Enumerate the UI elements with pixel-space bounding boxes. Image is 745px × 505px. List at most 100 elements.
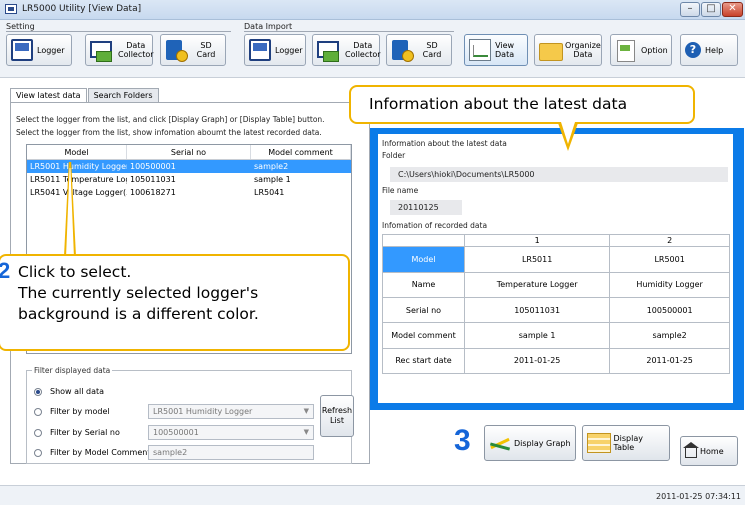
cell-value: LR5011	[463, 246, 611, 273]
header-serial[interactable]: Serial no	[127, 145, 251, 159]
recorded-data-label: Infomation of recorded data	[382, 221, 488, 230]
display-graph-button[interactable]: Display Graph	[484, 425, 576, 461]
refresh-label-2: List	[330, 416, 344, 425]
view-data-icon	[469, 39, 491, 61]
view-data-label-2: Data	[495, 50, 515, 59]
radio-checked-icon[interactable]	[34, 387, 42, 396]
organize-data-text: Organize Data	[565, 41, 601, 59]
list-row[interactable]: LR5001 Humidity Logger 100500001 sample2	[27, 160, 351, 173]
maximize-button[interactable]: □	[701, 2, 721, 17]
app-icon	[5, 4, 17, 14]
help-button[interactable]: ? Help	[680, 34, 738, 66]
view-data-button[interactable]: View Data	[464, 34, 528, 66]
row-label-rec-start: Rec start date	[382, 347, 465, 375]
display-table-label: Display Table	[613, 434, 644, 452]
import-logger-label: Logger	[275, 45, 303, 55]
model-filter-select[interactable]: LR5001 Humidity Logger ▼	[148, 404, 314, 419]
radio-filter-serial[interactable]: Filter by Serial no	[34, 428, 120, 437]
option-icon	[615, 39, 637, 62]
radio-icon[interactable]	[34, 428, 42, 437]
step-3-number: 3	[454, 424, 471, 457]
status-bar: 2011-01-25 07:34:11	[0, 485, 745, 505]
instructions: Select the logger from the list, and cli…	[16, 113, 356, 139]
radio-filter-comment-label: Filter by Model Comment	[50, 448, 151, 457]
title-bar: LR5000 Utility [View Data] – □ ✕	[0, 0, 745, 20]
table-row: Name Temperature Logger Humidity Logger	[382, 271, 730, 298]
table-icon	[587, 433, 611, 453]
table-header-row: 1 2	[382, 233, 730, 248]
cell-value: 2011-01-25	[463, 347, 611, 375]
header-comment[interactable]: Model comment	[251, 145, 351, 159]
display-graph-label: Display Graph	[514, 438, 571, 448]
tab-bar: View latest data Search Folders	[10, 88, 160, 104]
row-comment: LR5041	[254, 188, 285, 197]
import-logger-button[interactable]: Logger	[244, 34, 306, 66]
folder-label: Folder	[382, 151, 406, 160]
toolbar: Setting Data Import Logger Data Collector…	[0, 20, 745, 78]
list-row[interactable]: LR5041 Voltage Logger(5... 100618271 LR5…	[27, 186, 351, 199]
column-header-2: 2	[609, 233, 730, 248]
list-header: Model Serial no Model comment	[27, 145, 351, 160]
cell-value: 2011-01-25	[609, 347, 730, 375]
comment-filter-value: sample2	[153, 448, 188, 457]
radio-filter-model[interactable]: Filter by model	[34, 407, 110, 416]
organize-data-button[interactable]: Organize Data	[534, 34, 602, 66]
organize-data-label-2: Data	[573, 50, 593, 59]
radio-filter-comment[interactable]: Filter by Model Comment	[34, 448, 150, 457]
row-comment: sample2	[254, 162, 289, 171]
data-collector-icon	[317, 39, 341, 62]
radio-icon[interactable]	[34, 448, 42, 457]
home-label: Home	[700, 446, 724, 456]
sd-card-icon	[165, 39, 188, 62]
row-label-name: Name	[382, 271, 465, 298]
folder-value: C:\Users\hioki\Documents\LR5000	[390, 167, 728, 182]
column-header-1: 1	[463, 233, 611, 248]
setting-collector-button[interactable]: Data Collector	[85, 34, 154, 66]
table-row: Model comment sample 1 sample2	[382, 322, 730, 349]
callout-step-2-text: Click to select. The currently selected …	[18, 262, 348, 325]
chevron-down-icon[interactable]: ▼	[304, 405, 309, 418]
row-model: LR5001 Humidity Logger	[30, 162, 127, 171]
callout-pointer-fill	[561, 122, 575, 144]
view-data-label-1: View	[495, 41, 515, 50]
option-button[interactable]: Option	[610, 34, 672, 66]
radio-show-all[interactable]: Show all data	[34, 387, 104, 396]
step-2-number: 2	[0, 258, 11, 283]
import-sd-label: SD Card	[422, 41, 442, 59]
table-row: Rec start date 2011-01-25 2011-01-25	[382, 347, 730, 375]
refresh-list-button[interactable]: Refresh List	[320, 395, 354, 437]
cell-value: Temperature Logger	[463, 271, 611, 298]
list-row[interactable]: LR5011 Temperature Log... 105011031 samp…	[27, 173, 351, 186]
home-button[interactable]: Home	[680, 436, 738, 466]
radio-icon[interactable]	[34, 407, 42, 416]
radio-filter-serial-label: Filter by Serial no	[50, 428, 120, 437]
cell-value: Humidity Logger	[609, 271, 730, 298]
import-collector-button[interactable]: Data Collector	[312, 34, 381, 66]
help-label: Help	[705, 45, 724, 55]
setting-sd-button[interactable]: SD Card	[160, 34, 226, 66]
display-table-button[interactable]: Display Table	[582, 425, 670, 461]
setting-group-label: Setting	[6, 22, 35, 31]
row-serial: 100500001	[130, 162, 176, 171]
import-collector-label-2: Collector	[345, 50, 381, 59]
step-2-line-1: Click to select.	[18, 263, 132, 281]
table-row: Serial no 105011031 100500001	[382, 296, 730, 324]
minimize-button[interactable]: –	[680, 2, 700, 17]
comment-filter-input[interactable]: sample2	[148, 445, 314, 460]
tab-search-folders[interactable]: Search Folders	[87, 88, 159, 103]
serial-filter-select[interactable]: 100500001 ▼	[148, 425, 314, 440]
model-filter-value: LR5001 Humidity Logger	[153, 407, 253, 416]
instruction-line-2: Select the logger from the list, show in…	[16, 128, 322, 137]
folder-icon	[539, 39, 563, 61]
import-group-divider	[244, 31, 454, 32]
view-data-text: View Data	[495, 41, 514, 59]
sd-card-icon	[391, 39, 414, 62]
cell-value: 100500001	[609, 296, 730, 324]
setting-logger-button[interactable]: Logger	[6, 34, 72, 66]
close-button[interactable]: ✕	[722, 2, 743, 17]
import-collector-label-1: Data	[353, 41, 373, 50]
row-model: LR5011 Temperature Log...	[30, 175, 127, 184]
import-sd-button[interactable]: SD Card	[386, 34, 452, 66]
chevron-down-icon[interactable]: ▼	[304, 426, 309, 439]
header-model[interactable]: Model	[27, 145, 127, 159]
